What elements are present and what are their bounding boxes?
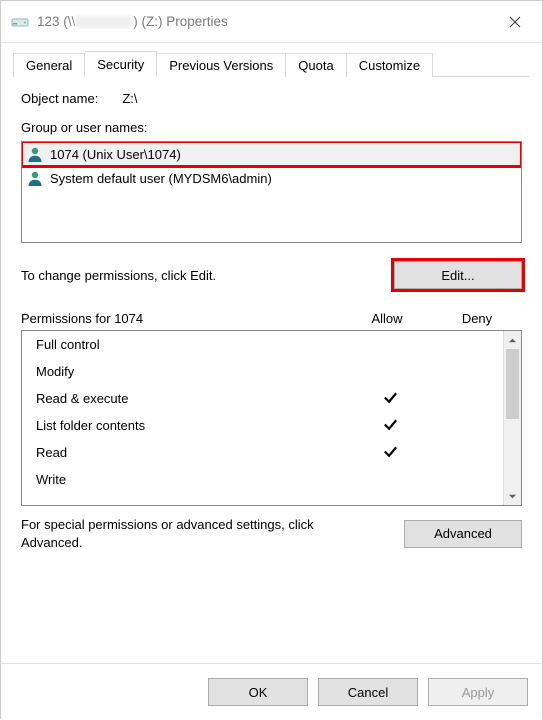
- permission-name: Read & execute: [36, 391, 347, 406]
- permissions-box: Full control Modify Read & execute List fol…: [21, 330, 522, 506]
- tab-security[interactable]: Security: [85, 51, 157, 77]
- permission-row: Read: [22, 439, 503, 466]
- titlebar: 123 (\\) (Z:) Properties: [1, 1, 542, 43]
- permission-allow: [347, 443, 433, 463]
- drive-icon: [11, 13, 29, 31]
- permission-row: List folder contents: [22, 412, 503, 439]
- tab-previous-versions[interactable]: Previous Versions: [157, 53, 286, 77]
- edit-button[interactable]: Edit...: [394, 261, 522, 289]
- permission-row: Modify: [22, 358, 503, 385]
- object-name-label: Object name:: [21, 91, 98, 106]
- permission-row: Write: [22, 466, 503, 493]
- dialog-footer: OK Cancel Apply: [1, 663, 542, 720]
- object-name-value: Z:\: [122, 91, 137, 106]
- scroll-down-icon[interactable]: [504, 487, 521, 505]
- redacted-host: [75, 16, 133, 28]
- permission-allow: [347, 389, 433, 409]
- users-listbox[interactable]: 1074 (Unix User\1074) System default user…: [21, 141, 522, 243]
- permission-name: Read: [36, 445, 347, 460]
- permission-row: Read & execute: [22, 385, 503, 412]
- scroll-up-icon[interactable]: [504, 331, 521, 349]
- user-name: 1074 (Unix User\1074): [50, 147, 181, 162]
- cancel-button[interactable]: Cancel: [318, 678, 418, 706]
- user-name: System default user (MYDSM6\admin): [50, 171, 272, 186]
- group-label: Group or user names:: [21, 120, 522, 135]
- user-icon: [26, 169, 44, 187]
- advanced-hint: For special permissions or advanced sett…: [21, 516, 341, 551]
- advanced-button[interactable]: Advanced: [404, 520, 522, 548]
- tab-customize[interactable]: Customize: [347, 53, 433, 77]
- permission-name: Modify: [36, 364, 347, 379]
- permission-name: Full control: [36, 337, 347, 352]
- permission-name: Write: [36, 472, 347, 487]
- permission-row: Full control: [22, 331, 503, 358]
- permissions-allow-header: Allow: [342, 311, 432, 326]
- apply-button[interactable]: Apply: [428, 678, 528, 706]
- close-button[interactable]: [494, 1, 536, 42]
- permission-allow: [347, 416, 433, 436]
- permission-name: List folder contents: [36, 418, 347, 433]
- user-row[interactable]: System default user (MYDSM6\admin): [22, 166, 521, 190]
- scroll-thumb[interactable]: [506, 349, 519, 419]
- tab-strip: GeneralSecurityPrevious VersionsQuotaCus…: [13, 49, 530, 77]
- ok-button[interactable]: OK: [208, 678, 308, 706]
- permissions-deny-header: Deny: [432, 311, 522, 326]
- user-icon: [26, 145, 44, 163]
- scrollbar[interactable]: [503, 331, 521, 505]
- tab-general[interactable]: General: [13, 53, 85, 77]
- window-title: 123 (\\) (Z:) Properties: [37, 14, 494, 29]
- permissions-header-label: Permissions for 1074: [21, 311, 342, 326]
- tab-quota[interactable]: Quota: [286, 53, 346, 77]
- user-row[interactable]: 1074 (Unix User\1074): [22, 142, 521, 166]
- edit-hint: To change permissions, click Edit.: [21, 268, 216, 283]
